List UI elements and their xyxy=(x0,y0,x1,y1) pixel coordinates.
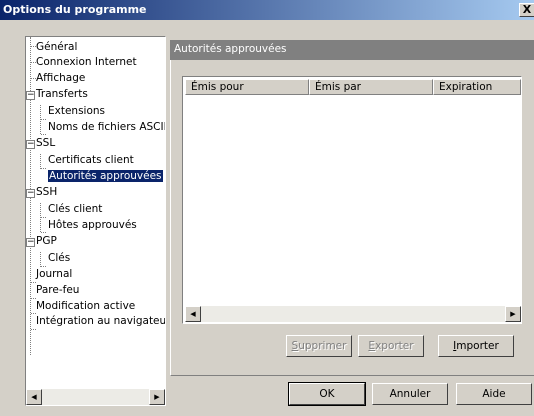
tree-item-label: Autorités approuvées xyxy=(48,170,163,182)
tree-expander-ssh[interactable]: − xyxy=(26,189,35,198)
tree-item-label: PGP xyxy=(36,235,57,247)
tree-item-integration-navigateur[interactable]: Intégration au navigateur xyxy=(36,314,166,328)
tree-item-label: Clés client xyxy=(48,203,103,215)
tree-item-label: Modification active xyxy=(36,300,136,312)
tree-item-extensions[interactable]: Extensions xyxy=(48,104,105,118)
tree-item-label: Intégration au navigateur xyxy=(36,315,166,327)
tree-item-label: Noms de fichiers ASCII xyxy=(48,121,166,133)
tree-expander-transferts[interactable]: − xyxy=(26,91,35,100)
tree-item-label: Transferts xyxy=(36,88,88,100)
column-header-emis-par[interactable]: Émis par xyxy=(309,79,433,95)
panel-header: Autorités approuvées xyxy=(170,40,534,60)
window-title: Options du programme xyxy=(3,3,147,16)
tree-item-label: Général xyxy=(36,41,78,53)
tree-connector-pgp xyxy=(40,252,41,267)
scroll-left-icon[interactable]: ◀ xyxy=(185,306,201,322)
tree-horizontal-scrollbar[interactable]: ◀ ▶ xyxy=(26,389,165,405)
list-horizontal-scrollbar[interactable]: ◀ ▶ xyxy=(185,306,521,322)
close-button[interactable]: X xyxy=(519,3,534,17)
tree-item-cles[interactable]: Clés xyxy=(48,251,70,265)
ok-button[interactable]: OK xyxy=(288,382,366,406)
tree-item-affichage[interactable]: Affichage xyxy=(36,71,85,85)
tree-item-connexion-internet[interactable]: Connexion Internet xyxy=(36,55,137,69)
cancel-button[interactable]: Annuler xyxy=(372,383,448,405)
tree-item-label: SSH xyxy=(36,186,58,198)
export-button[interactable]: Exporter xyxy=(358,335,424,357)
tree-item-transferts[interactable]: Transferts xyxy=(36,87,88,101)
tree-item-ssl[interactable]: SSL xyxy=(36,136,55,150)
scroll-left-icon[interactable]: ◀ xyxy=(26,389,42,405)
panel-title: Autorités approuvées xyxy=(174,43,287,55)
column-header-expiration[interactable]: Expiration xyxy=(433,79,521,95)
tree-expander-ssl[interactable]: − xyxy=(26,140,35,149)
tree-expander-pgp[interactable]: − xyxy=(26,238,35,247)
tree-item-hotes-approuves[interactable]: Hôtes approuvés xyxy=(48,218,137,232)
tree-item-label: Hôtes approuvés xyxy=(48,219,137,231)
tree-item-label: Certificats client xyxy=(48,154,134,166)
delete-button[interactable]: Supprimer xyxy=(286,335,352,357)
scroll-right-icon[interactable]: ▶ xyxy=(149,389,165,405)
column-header-emis-pour[interactable]: Émis pour xyxy=(185,79,309,95)
scroll-right-icon[interactable]: ▶ xyxy=(505,306,521,322)
tree-item-label: Clés xyxy=(48,252,71,264)
tree-item-ssh[interactable]: SSH xyxy=(36,185,57,199)
certificate-list[interactable]: Émis pour Émis par Expiration ◀ ▶ xyxy=(182,76,522,324)
tree-item-noms-fichiers-ascii[interactable]: Noms de fichiers ASCII xyxy=(48,120,166,134)
tree-connector-ssl xyxy=(40,154,41,169)
tree-item-label: Affichage xyxy=(36,72,86,84)
title-bar: Options du programme X xyxy=(0,0,534,20)
help-button[interactable]: Aide xyxy=(456,383,532,405)
tree-item-certificats-client[interactable]: Certificats client xyxy=(48,153,134,167)
tree-item-label: SSL xyxy=(36,137,56,149)
tree-item-label: Connexion Internet xyxy=(36,56,137,68)
options-tree[interactable]: Général Connexion Internet Affichage − T… xyxy=(25,36,166,406)
tree-item-label: Extensions xyxy=(48,105,106,117)
tree-item-modification-active[interactable]: Modification active xyxy=(36,299,135,313)
tree-item-autorites-approuvees[interactable]: Autorités approuvées xyxy=(48,169,163,183)
tree-item-label: Pare-feu xyxy=(36,284,80,296)
tree-item-cles-client[interactable]: Clés client xyxy=(48,202,102,216)
tree-item-journal[interactable]: Journal xyxy=(36,267,72,281)
tree-item-general[interactable]: Général xyxy=(36,40,77,54)
tree-item-pgp[interactable]: PGP xyxy=(36,234,57,248)
tree-item-pare-feu[interactable]: Pare-feu xyxy=(36,283,79,297)
import-button[interactable]: Importer xyxy=(438,335,514,357)
tree-item-label: Journal xyxy=(36,268,73,280)
